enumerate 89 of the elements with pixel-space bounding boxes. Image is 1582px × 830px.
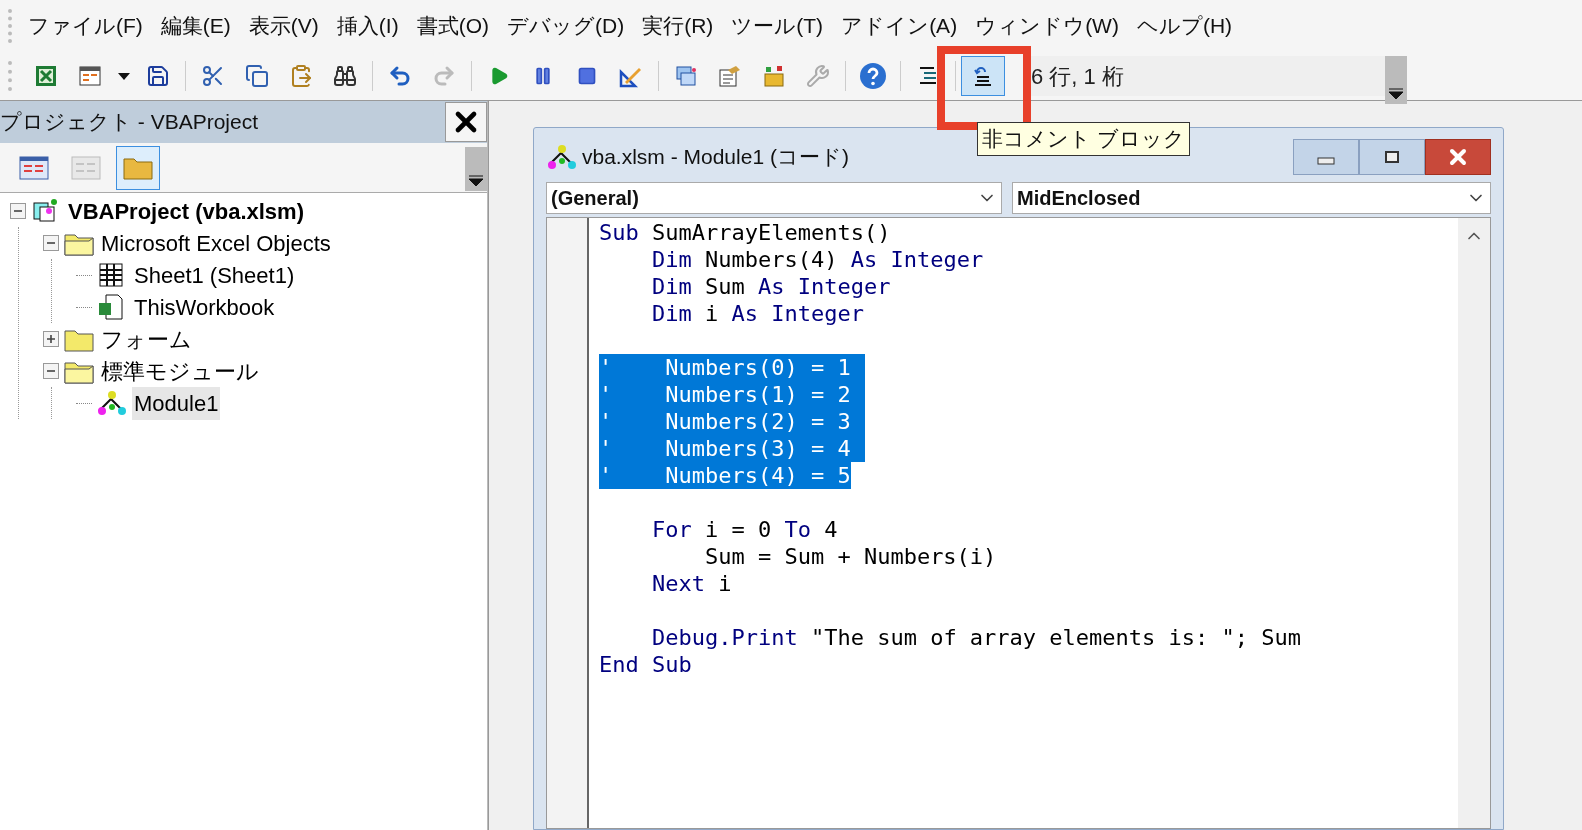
code-token: Next [650,571,705,596]
stop-icon [577,66,597,86]
form-icon [78,64,102,88]
caret-icon [468,175,484,187]
window-title: vba.xlsm - Module1 (コード) [582,144,849,171]
expander-button[interactable] [43,235,59,251]
code-token: ' Numbers(0) = 1 [599,355,851,380]
expander-button[interactable] [10,203,26,219]
module-icon [546,143,578,171]
copy-icon [245,64,269,88]
menu-item[interactable]: 編集(E) [160,10,231,42]
paste-icon [289,64,313,88]
save-icon [146,64,170,88]
module-icon [96,389,128,417]
menu-item[interactable]: ヘルプ(H) [1136,10,1233,42]
toolbar-button[interactable] [961,56,1005,96]
code-token: Debug.Print [650,625,798,650]
object-view-icon [70,153,102,182]
code-token: End Sub [599,652,692,677]
menu-item[interactable]: 実行(R) [642,10,714,42]
tree-item[interactable]: Sheet1 (Sheet1) [132,258,297,292]
code-token: Sum = Sum + Numbers(i) [703,544,997,569]
tree-item[interactable]: Microsoft Excel Objects [99,226,333,260]
caret-icon [1388,88,1404,100]
expander-button[interactable] [43,363,59,379]
help-icon [859,62,887,90]
code-token: 4 [823,517,838,542]
menu-item[interactable]: ファイル(F) [28,10,143,42]
menu-item[interactable]: 表示(V) [248,10,319,42]
menu-item[interactable]: デバッグ(D) [507,10,625,42]
toolbar-grip[interactable] [8,61,12,91]
cursor-position: 6 行, 1 桁 [1030,62,1124,91]
menu-item[interactable]: ツール(T) [731,10,824,42]
close-button[interactable] [445,102,487,142]
plus-icon [46,334,56,344]
code-token: ' Numbers(3) = 4 [599,436,851,461]
play-icon [489,66,509,86]
code-token: As Integer [731,301,864,326]
expander-button[interactable] [43,331,59,347]
panel-title: プロジェクト - VBAProject [0,109,259,136]
spreadsheet-icon [34,64,58,88]
minimize-icon [1317,157,1335,165]
tooltip: 非コメント ブロック [977,122,1190,156]
code-token: To [784,517,811,542]
redo-icon [432,64,456,88]
code-token: Dim [650,274,692,299]
close-button[interactable] [1425,139,1491,175]
code-token: As Integer [757,274,891,299]
maximize-icon [1385,151,1399,163]
code-token: i [717,571,732,596]
overflow-button[interactable] [465,147,487,191]
procedure-dropdown[interactable]: MidEnclosed [1012,182,1491,214]
menu-item[interactable]: アドイン(A) [841,10,958,42]
tree-item[interactable]: ThisWorkbook [132,290,277,324]
code-token: Numbers(4) [703,247,839,272]
code-view-icon [18,153,50,182]
binoculars-icon [333,64,357,88]
code-token: For [650,517,692,542]
properties-icon [718,64,742,88]
code-token: SumArrayElements() [651,220,891,245]
scissors-icon [201,64,225,88]
panel-toolbar-button[interactable] [116,145,160,190]
menu-item[interactable]: 書式(O) [416,10,489,42]
undo-icon [388,64,412,88]
overflow-button[interactable] [1385,56,1407,104]
tree-item[interactable]: フォーム [99,322,194,356]
code-token: Dim [650,247,692,272]
code-token: i [703,301,720,326]
maximize-button[interactable] [1359,139,1425,175]
code-token: i = 0 [703,517,773,542]
scrollbar[interactable] [1458,218,1490,828]
tree-item[interactable]: VBAProject (vba.xlsm) [66,194,306,228]
code-token: Sum [703,274,746,299]
code-token: ' Numbers(2) = 3 [599,409,851,434]
object-dropdown[interactable]: (General) [546,182,1002,214]
wrench-icon [806,64,830,88]
code-token: As Integer [850,247,984,272]
tree-item[interactable]: 標準モジュール [99,354,261,388]
toolbox-icon [762,64,786,88]
menu-item[interactable]: ウィンドウ(W) [975,10,1119,42]
code-token: Sub [599,220,639,245]
pause-icon [533,66,553,86]
code-token: ' Numbers(1) = 2 [599,382,851,407]
explorer-icon [674,64,698,88]
code-token: "The sum of array elements is: "; Sum [809,625,1301,650]
tree-item[interactable]: Module1 [132,386,221,420]
code-token: Dim [650,301,692,326]
code-token: ' Numbers(4) = 5 [599,463,851,488]
menu-item[interactable]: 挿入(I) [336,10,399,42]
